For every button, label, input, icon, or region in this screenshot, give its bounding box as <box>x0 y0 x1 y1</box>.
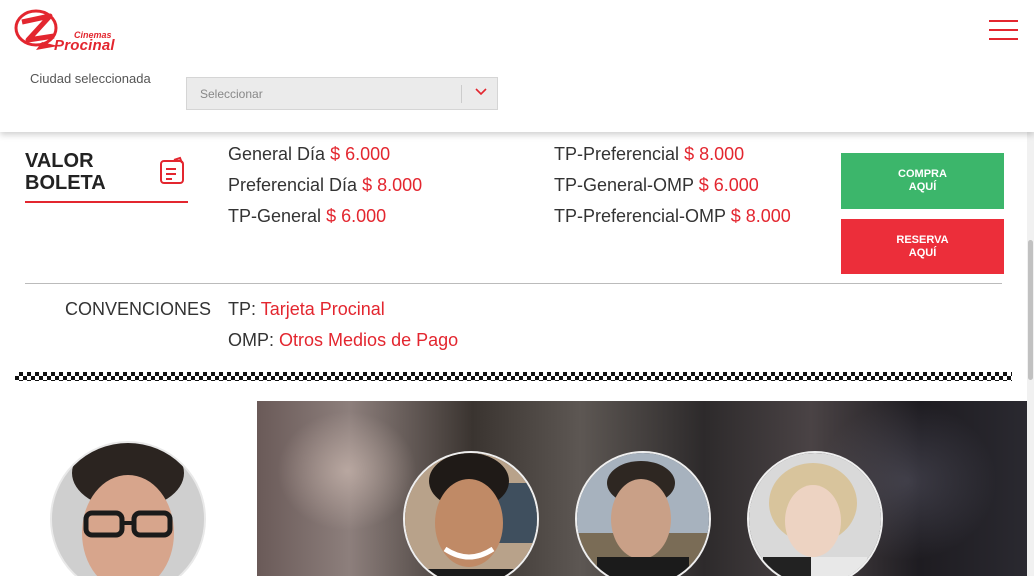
hamburger-menu-button[interactable] <box>986 18 1020 42</box>
convenciones-label: CONVENCIONES <box>65 299 212 319</box>
title-underline <box>25 201 188 203</box>
compra-aqui-button[interactable]: COMPRA AQUÍ <box>841 153 1004 209</box>
convention-tp: TP: Tarjeta Procinal <box>228 299 385 319</box>
procinal-logo[interactable]: Cinemas Procinal <box>14 6 124 54</box>
section-divider <box>25 283 1002 284</box>
scrollbar-thumb[interactable] <box>1028 240 1033 380</box>
select-separator <box>461 85 462 103</box>
city-label: Ciudad seleccionada <box>30 71 151 86</box>
actor-photo-3[interactable] <box>747 451 883 576</box>
price-tp-preferencial-omp: TP-Preferencial-OMP $ 8.000 <box>554 206 791 226</box>
ticket-icon <box>160 156 184 184</box>
site-header: Cinemas Procinal Ciudad seleccionada Sel… <box>0 0 1034 132</box>
chevron-down-icon <box>475 88 487 96</box>
price-tp-preferencial: TP-Preferencial $ 8.000 <box>554 144 745 164</box>
logo-procinal-text: Procinal <box>54 37 115 54</box>
price-tp-general-omp: TP-General-OMP $ 6.000 <box>554 175 759 195</box>
actor-photo-2[interactable] <box>575 451 711 576</box>
city-select-value: Seleccionar <box>200 87 263 101</box>
actor-photo-1[interactable] <box>403 451 539 576</box>
price-tp-general: TP-General $ 6.000 <box>228 206 387 226</box>
cast-panel <box>257 401 1027 576</box>
valor-boleta-title: VALOR BOLETA <box>25 150 106 194</box>
menu-icon <box>989 20 1018 22</box>
city-select[interactable]: Seleccionar <box>186 77 498 110</box>
price-general-dia: General Día $ 6.000 <box>228 144 391 164</box>
director-photo[interactable] <box>50 441 206 576</box>
checkered-divider <box>15 372 1012 381</box>
reserva-aqui-button[interactable]: RESERVA AQUÍ <box>841 219 1004 274</box>
convention-omp: OMP: Otros Medios de Pago <box>228 330 459 350</box>
price-preferencial-dia: Preferencial Día $ 8.000 <box>228 175 423 195</box>
